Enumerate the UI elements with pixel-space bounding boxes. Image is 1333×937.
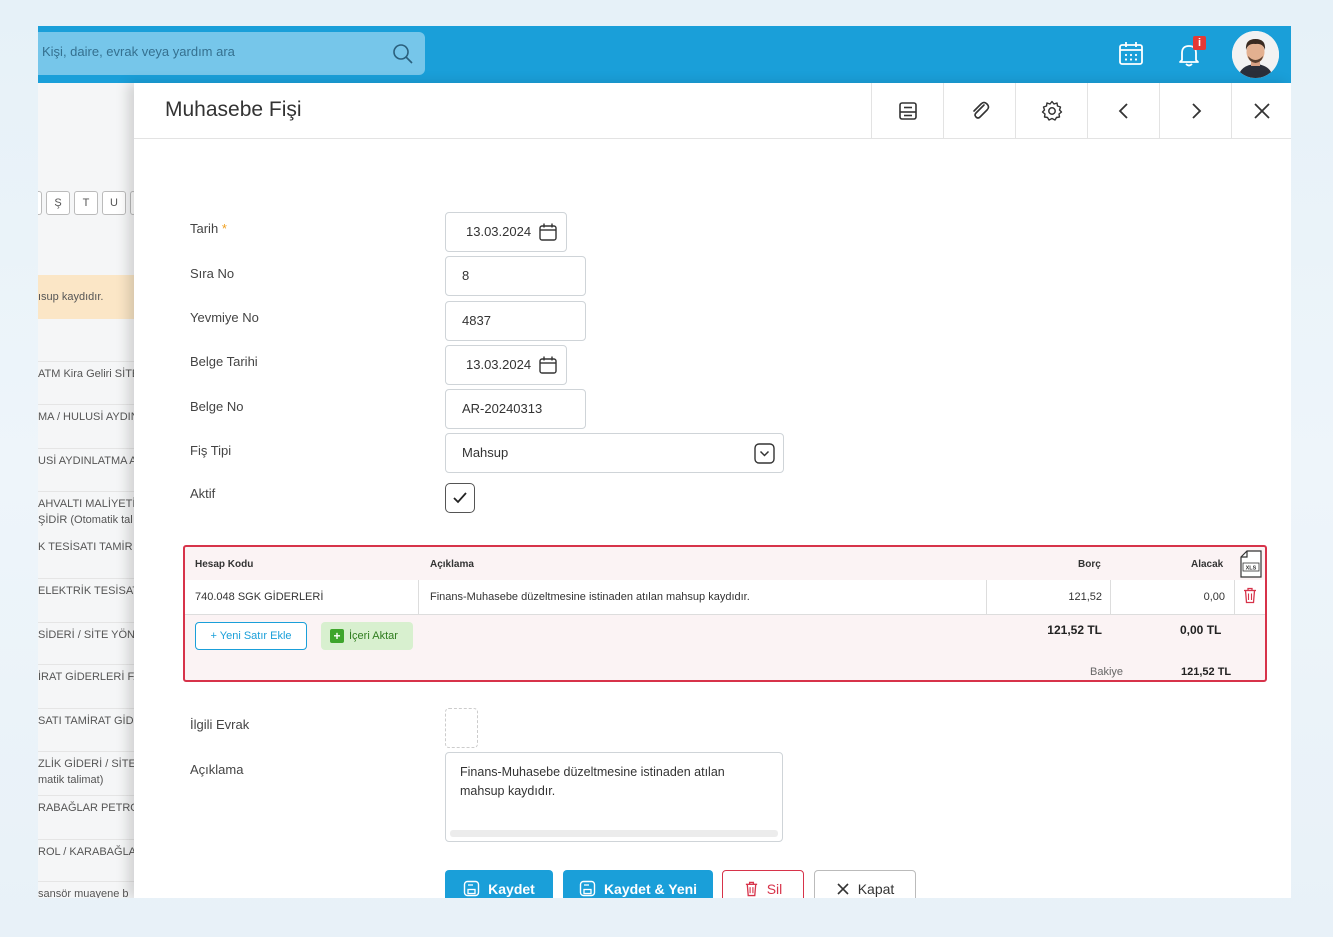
- total-debit: 121,52 TL: [1047, 623, 1102, 637]
- add-row-button[interactable]: + Yeni Satır Ekle: [195, 622, 307, 650]
- app-window: Kişi, daire, evrak veya yardım ara i Ş T…: [38, 26, 1291, 898]
- sequence-label: Sıra No: [190, 266, 235, 281]
- checkmark-icon: [453, 492, 467, 504]
- document-date-label: Belge Tarihi: [190, 354, 258, 369]
- xls-export-icon[interactable]: XLS: [1240, 550, 1262, 578]
- row-divider: [185, 614, 1265, 615]
- letter-filter-item[interactable]: Ş: [46, 191, 70, 215]
- description-text: Finans-Muhasebe düzeltmesine istinaden a…: [460, 765, 725, 798]
- chevron-left-icon: [1118, 103, 1128, 119]
- date-field[interactable]: 13.03.2024: [445, 212, 567, 252]
- avatar[interactable]: [1232, 31, 1279, 78]
- calendar-icon[interactable]: [1117, 40, 1145, 68]
- gear-icon: [1041, 100, 1062, 121]
- close-icon: [837, 882, 849, 895]
- voucher-type-label: Fiş Tipi: [190, 443, 232, 458]
- required-marker: *: [221, 221, 227, 236]
- trash-icon[interactable]: [1242, 587, 1258, 604]
- voucher-type-select[interactable]: Mahsup: [445, 433, 784, 473]
- date-label: Tarih *: [190, 221, 227, 236]
- close-button[interactable]: [1231, 83, 1291, 139]
- journal-no-field[interactable]: 4837: [445, 301, 586, 341]
- active-checkbox[interactable]: [445, 483, 475, 513]
- paperclip-icon: [972, 101, 989, 119]
- close-form-label: Kapat: [857, 880, 895, 897]
- previous-button[interactable]: [1087, 83, 1159, 139]
- notification-badge: i: [1193, 36, 1206, 50]
- date-label-text: Tarih: [190, 221, 219, 236]
- save-and-new-label: Kaydet & Yeni: [603, 880, 698, 897]
- cell-debit[interactable]: 121,52: [986, 591, 1102, 603]
- letter-filter: Ş T U: [38, 191, 136, 215]
- entries-table: Hesap Kodu Açıklama Borç Alacak XLS 740.…: [183, 545, 1267, 682]
- active-label: Aktif: [190, 486, 216, 501]
- panel-header: Muhasebe Fişi: [134, 83, 1291, 139]
- total-credit: 0,00 TL: [1180, 623, 1222, 637]
- related-document-dropzone[interactable]: [445, 708, 478, 748]
- column-header-debit: Borç: [1078, 559, 1101, 570]
- document-no-label: Belge No: [190, 399, 244, 414]
- plus-icon: +: [210, 630, 220, 642]
- description-textarea[interactable]: Finans-Muhasebe düzeltmesine istinaden a…: [445, 752, 783, 842]
- close-form-button[interactable]: Kapat: [814, 870, 916, 898]
- document-list-icon: [898, 102, 917, 120]
- svg-text:XLS: XLS: [1246, 566, 1257, 572]
- related-document-label: İlgili Evrak: [190, 717, 250, 732]
- import-button[interactable]: + İçeri Aktar: [321, 622, 413, 650]
- save-icon: [579, 880, 596, 897]
- trash-icon: [745, 881, 757, 896]
- cell-description[interactable]: Finans-Muhasebe düzeltmesine istinaden a…: [430, 591, 750, 603]
- column-header-account-code: Hesap Kodu: [195, 559, 254, 570]
- print-button[interactable]: [871, 83, 943, 139]
- add-row-label: Yeni Satır Ekle: [219, 630, 292, 642]
- import-label: İçeri Aktar: [349, 630, 398, 642]
- top-bar: Kişi, daire, evrak veya yardım ara i: [38, 26, 1291, 83]
- document-no-field[interactable]: AR-20240313: [445, 389, 586, 429]
- save-and-new-button[interactable]: Kaydet & Yeni: [563, 870, 713, 898]
- journal-no-label: Yevmiye No: [190, 310, 259, 325]
- delete-label: Sil: [766, 880, 783, 897]
- cell-account-code[interactable]: 740.048 SGK GİDERLERİ: [195, 591, 323, 603]
- avatar-image: [1232, 31, 1279, 78]
- cell-credit[interactable]: 0,00: [1110, 591, 1225, 603]
- column-header-credit: Alacak: [1191, 559, 1224, 570]
- search-box[interactable]: Kişi, daire, evrak veya yardım ara: [38, 32, 425, 75]
- delete-button[interactable]: Sil: [722, 870, 804, 898]
- chevron-down-icon[interactable]: [754, 443, 775, 464]
- letter-filter-item[interactable]: [38, 191, 42, 215]
- column-divider: [418, 580, 419, 614]
- next-button[interactable]: [1159, 83, 1231, 139]
- column-divider: [1234, 580, 1235, 614]
- voucher-type-value: Mahsup: [462, 445, 509, 460]
- settings-button[interactable]: [1015, 83, 1087, 139]
- page-title: Muhasebe Fişi: [165, 98, 302, 121]
- date-value: 13.03.2024: [466, 224, 532, 239]
- document-date-field[interactable]: 13.03.2024: [445, 345, 567, 385]
- plus-square-icon: +: [330, 629, 344, 643]
- calendar-icon[interactable]: [538, 222, 558, 242]
- balance-value: 121,52 TL: [1181, 666, 1232, 678]
- sequence-field[interactable]: 8: [445, 256, 586, 296]
- accounting-voucher-panel: Muhasebe Fişi Tarih * 13.03.2024 Sıra No…: [134, 83, 1291, 898]
- letter-filter-item[interactable]: U: [102, 191, 126, 215]
- save-icon: [463, 880, 480, 897]
- balance-label: Bakiye: [1090, 666, 1124, 678]
- document-date-value: 13.03.2024: [466, 357, 532, 372]
- save-label: Kaydet: [488, 880, 535, 897]
- search-icon[interactable]: [391, 42, 415, 66]
- calendar-icon[interactable]: [538, 355, 558, 375]
- save-button[interactable]: Kaydet: [445, 870, 553, 898]
- textarea-scrollbar[interactable]: [450, 830, 778, 837]
- attachment-button[interactable]: [943, 83, 1015, 139]
- column-header-description: Açıklama: [430, 559, 474, 570]
- search-input[interactable]: Kişi, daire, evrak veya yardım ara: [42, 44, 235, 59]
- letter-filter-item[interactable]: T: [74, 191, 98, 215]
- chevron-right-icon: [1191, 103, 1201, 119]
- description-label: Açıklama: [190, 762, 244, 777]
- close-icon: [1253, 103, 1270, 119]
